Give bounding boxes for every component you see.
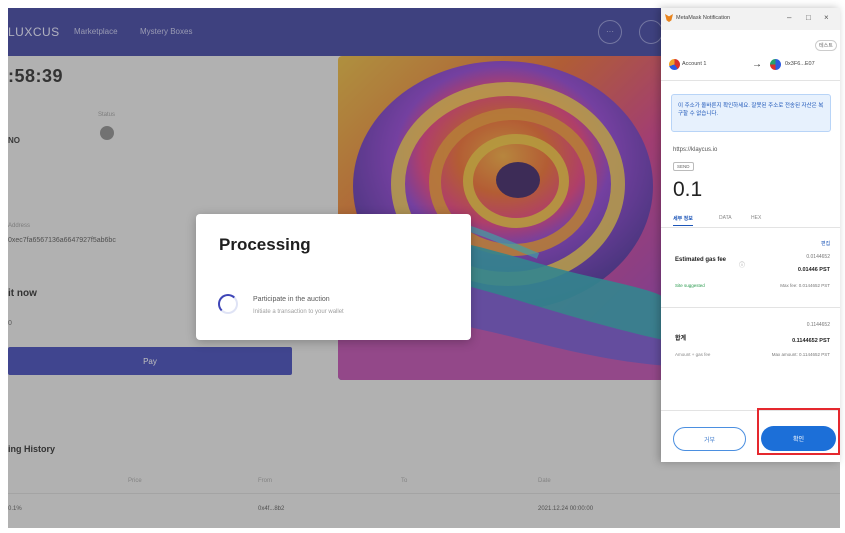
total-max-amount: Max amount: 0.1144652 PST bbox=[771, 352, 830, 357]
to-account-address: 0x3F6...E07 bbox=[785, 61, 815, 67]
tab-data[interactable]: DATA bbox=[719, 215, 732, 221]
modal-step-subtext: Initiate a transaction to your wallet bbox=[253, 309, 344, 315]
from-account-avatar bbox=[669, 59, 680, 70]
gas-fee-likelihood: Site suggested bbox=[675, 283, 705, 288]
divider bbox=[661, 227, 840, 228]
gas-fee-approx: 0.0144652 bbox=[806, 254, 830, 260]
info-icon[interactable]: ⓘ bbox=[739, 260, 745, 269]
fox-logo-icon bbox=[665, 14, 673, 22]
warning-notice: 이 주소가 올바른지 확인하세요. 잘못된 주소로 전송된 자산은 복구할 수 … bbox=[671, 94, 831, 132]
total-approx: 0.1144652 bbox=[806, 322, 830, 328]
gas-max-fee: Max fee: 0.0144652 PST bbox=[780, 283, 830, 288]
tab-hex[interactable]: HEX bbox=[751, 215, 761, 221]
divider bbox=[661, 307, 840, 308]
loading-spinner-icon bbox=[218, 294, 238, 314]
total-value: 0.1144652 PST bbox=[792, 338, 830, 344]
from-account-name: Account 1 bbox=[682, 61, 707, 67]
window-title: MetaMask Notification bbox=[676, 15, 731, 21]
total-label: 합계 bbox=[675, 336, 687, 342]
tab-details[interactable]: 세부 정보 bbox=[673, 215, 693, 226]
edit-gas-link[interactable]: 편집 bbox=[821, 240, 830, 247]
gas-fee-label: Estimated gas fee bbox=[675, 257, 727, 263]
warning-notice-text: 이 주소가 올바른지 확인하세요. 잘못된 주소로 전송된 자산은 복구할 수 … bbox=[678, 103, 824, 117]
confirm-highlight-box bbox=[757, 408, 840, 455]
close-icon[interactable]: × bbox=[824, 13, 829, 22]
modal-title: Processing bbox=[219, 235, 311, 254]
divider bbox=[661, 80, 840, 81]
reject-button[interactable]: 거부 bbox=[673, 427, 746, 451]
site-origin: https://klaycus.io bbox=[673, 147, 718, 153]
maximize-icon[interactable]: □ bbox=[806, 13, 811, 22]
transaction-type-badge: SEND bbox=[673, 162, 694, 171]
window-titlebar: MetaMask Notification – □ × bbox=[661, 8, 840, 30]
total-sublabel: Amount + gas fee bbox=[675, 352, 711, 357]
minimize-icon[interactable]: – bbox=[787, 13, 791, 22]
gas-fee-value: 0.01446 PST bbox=[797, 267, 830, 273]
modal-step-text: Participate in the auction bbox=[253, 296, 330, 303]
network-badge[interactable]: 테스트 bbox=[815, 40, 837, 51]
to-account-avatar bbox=[770, 59, 781, 70]
send-amount: 0.1 bbox=[673, 178, 703, 201]
processing-modal: Processing Participate in the auction In… bbox=[196, 214, 471, 340]
metamask-window: MetaMask Notification – □ × 테스트 Account … bbox=[661, 8, 840, 462]
arrow-right-icon: → bbox=[752, 59, 762, 70]
